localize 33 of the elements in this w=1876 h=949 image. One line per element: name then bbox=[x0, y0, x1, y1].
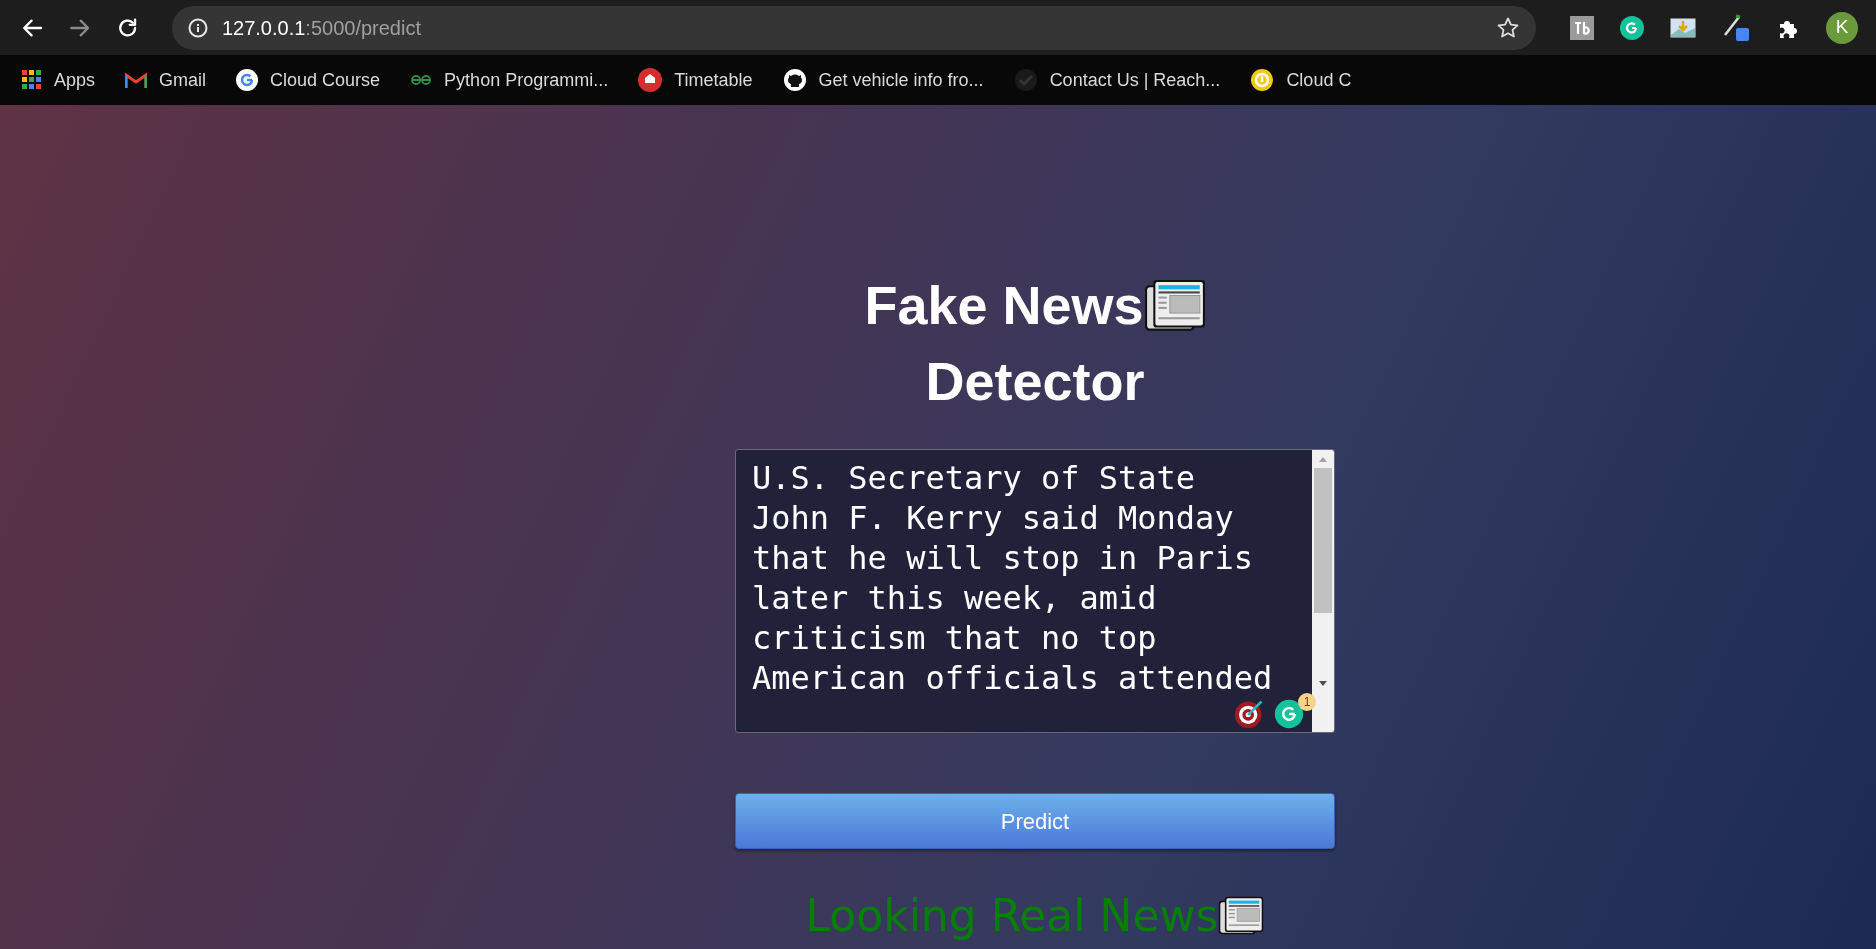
g-circle-icon[interactable] bbox=[1274, 699, 1304, 729]
bookmark-item[interactable]: Cloud Course bbox=[236, 66, 381, 94]
tb-extension-icon[interactable] bbox=[1570, 15, 1594, 40]
count-badge: 1 bbox=[1298, 693, 1316, 711]
image-download-icon[interactable] bbox=[1670, 16, 1696, 39]
newspaper-icon bbox=[1143, 278, 1206, 332]
address-bar[interactable]: 127.0.0.1:5000/predict bbox=[171, 5, 1536, 50]
university-badge-icon bbox=[638, 68, 663, 92]
page-title: Fake News Detector bbox=[864, 267, 1206, 419]
bookmark-item[interactable]: Cloud C bbox=[1250, 66, 1352, 94]
bookmark-item[interactable]: Timetable bbox=[638, 66, 753, 94]
octocat-icon bbox=[782, 68, 807, 92]
bookmark-item[interactable]: Contact Us | Reach... bbox=[1013, 66, 1221, 94]
power-ring-icon bbox=[1250, 68, 1275, 92]
check-badge-icon bbox=[1013, 68, 1038, 92]
star-icon[interactable] bbox=[1496, 15, 1520, 40]
bookmark-item[interactable]: Apps bbox=[22, 66, 96, 94]
bookmark-item[interactable]: Python Programmi... bbox=[410, 66, 609, 94]
target-icon[interactable] bbox=[1234, 699, 1264, 729]
scrollbar-thumb[interactable] bbox=[1314, 468, 1332, 613]
newspaper-icon bbox=[1218, 896, 1265, 936]
eyedropper-icon[interactable] bbox=[1722, 12, 1750, 43]
bookmark-item[interactable]: Gmail bbox=[125, 66, 207, 94]
double-leaf-icon bbox=[410, 74, 433, 86]
g-logo-icon bbox=[236, 69, 259, 91]
g-circle-extension-icon[interactable] bbox=[1620, 15, 1644, 40]
mail-icon bbox=[125, 71, 148, 89]
apps-grid-icon bbox=[22, 70, 42, 90]
url-text: 127.0.0.1:5000/predict bbox=[221, 15, 421, 41]
info-icon[interactable] bbox=[187, 17, 208, 38]
article-textarea[interactable]: U.S. Secretary of State John F. Kerry said Monday that he will stop in Paris later this week, amid criticism that no top American officials attended 1 bbox=[735, 449, 1335, 733]
bookmark-item[interactable]: Get vehicle info fro... bbox=[782, 66, 984, 94]
result-text: Looking Real News bbox=[805, 889, 1219, 943]
